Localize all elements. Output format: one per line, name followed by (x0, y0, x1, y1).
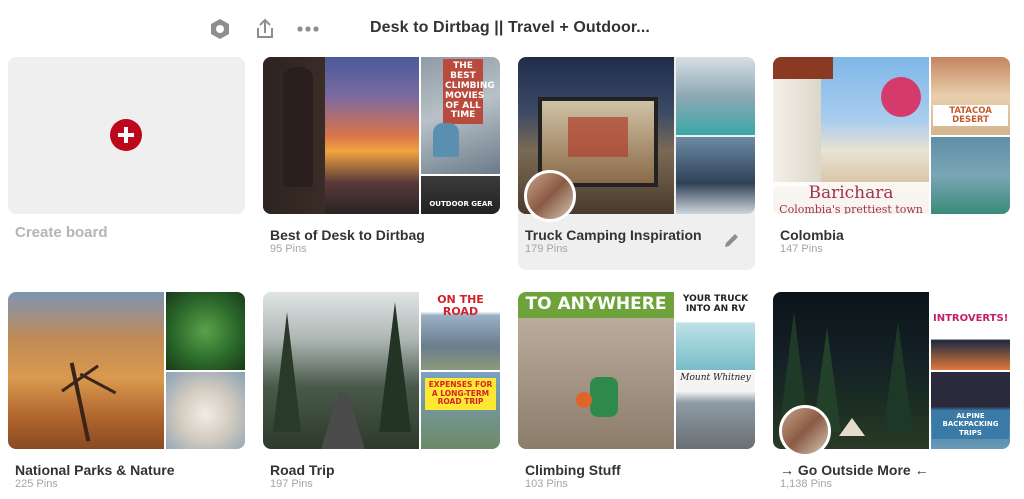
create-board-tile[interactable] (8, 57, 245, 214)
cover-image: ALPINE BACKPACKING TRIPS (931, 372, 1010, 449)
collaborator-avatar[interactable] (524, 170, 576, 222)
board-card[interactable]: TO ANYWHERE YOUR TRUCK INTO AN RV Mount … (518, 292, 755, 499)
create-board-label[interactable]: Create board (15, 224, 108, 241)
board-cover[interactable]: ON THE ROAD EXPENSES FOR A LONG-TERM ROA… (263, 292, 500, 449)
cover-text: EXPENSES FOR A LONG-TERM ROAD TRIP (425, 378, 496, 410)
cover-image (8, 292, 164, 449)
cover-text: Mount Whitney (680, 373, 751, 383)
cover-text: ALPINE BACKPACKING TRIPS (932, 410, 1009, 440)
cover-image: EXPENSES FOR A LONG-TERM ROAD TRIP (421, 372, 500, 449)
board-card[interactable]: THE BEST CLIMBING MOVIES OF ALL TIME OUT… (263, 57, 500, 267)
board-section-title: Desk to Dirtbag || Travel + Outdoor... (370, 19, 650, 36)
cover-text: THE BEST CLIMBING MOVIES OF ALL TIME (443, 59, 495, 125)
cover-image (166, 292, 245, 370)
cover-text: Colombia's prettiest town (779, 204, 923, 214)
cover-image: TO ANYWHERE (518, 292, 674, 449)
cover-image (676, 57, 755, 135)
board-name[interactable]: → Go Outside More ← (780, 462, 929, 478)
board-cover[interactable]: Barichara Colombia's prettiest town TATA… (773, 57, 1010, 214)
cover-image: Mount Whitney (676, 372, 755, 449)
cover-image: YOUR TRUCK INTO AN RV (676, 292, 755, 370)
board-card[interactable]: INTROVERTS! ALPINE BACKPACKING TRIPS → G… (773, 292, 1010, 499)
cover-image: ON THE ROAD (421, 292, 500, 370)
board-name[interactable]: Truck Camping Inspiration (525, 227, 702, 243)
cover-image (931, 137, 1010, 214)
board-card[interactable]: National Parks & Nature 225 Pins (8, 292, 245, 499)
pin-count: 147 Pins (780, 243, 823, 255)
cover-text: OUTDOOR GEAR (429, 200, 493, 208)
board-cover[interactable]: TO ANYWHERE YOUR TRUCK INTO AN RV Mount … (518, 292, 755, 449)
cover-image (166, 372, 245, 449)
pin-count: 103 Pins (525, 478, 568, 490)
pin-count: 225 Pins (15, 478, 58, 490)
settings-hexagon-icon[interactable] (208, 17, 232, 41)
plus-icon[interactable] (110, 119, 142, 151)
cover-image (263, 57, 419, 214)
collaborator-avatar[interactable] (779, 405, 831, 457)
board-name[interactable]: Road Trip (270, 462, 335, 478)
cover-text: YOUR TRUCK INTO AN RV (682, 294, 749, 315)
cover-text: TATACOA DESERT (933, 105, 1008, 126)
cover-text: INTROVERTS! (933, 313, 1009, 324)
board-cover[interactable] (8, 292, 245, 449)
pin-count: 197 Pins (270, 478, 313, 490)
cover-image: INTROVERTS! (931, 292, 1010, 370)
cover-image: Barichara Colombia's prettiest town (773, 57, 929, 214)
board-card[interactable]: ON THE ROAD EXPENSES FOR A LONG-TERM ROA… (263, 292, 500, 499)
cover-image: OUTDOOR GEAR (421, 176, 500, 214)
share-icon[interactable] (253, 17, 277, 41)
cover-image: TATACOA DESERT (931, 57, 1010, 135)
pin-count: 179 Pins (525, 243, 568, 255)
pin-count: 95 Pins (270, 243, 307, 255)
cover-image (263, 292, 419, 449)
more-icon[interactable] (296, 17, 320, 41)
board-card[interactable]: Truck Camping Inspiration 179 Pins (518, 57, 755, 270)
edit-pencil-icon[interactable] (723, 231, 741, 249)
board-name[interactable]: Best of Desk to Dirtbag (270, 227, 425, 243)
board-cover[interactable]: THE BEST CLIMBING MOVIES OF ALL TIME OUT… (263, 57, 500, 214)
board-name[interactable]: National Parks & Nature (15, 462, 175, 478)
cover-text: TO ANYWHERE (525, 294, 667, 314)
board-card[interactable]: Barichara Colombia's prettiest town TATA… (773, 57, 1010, 267)
cover-image: THE BEST CLIMBING MOVIES OF ALL TIME (421, 57, 500, 174)
board-name[interactable]: Colombia (780, 227, 844, 243)
board-name[interactable]: Climbing Stuff (525, 462, 621, 478)
cover-text: ON THE ROAD (437, 293, 484, 318)
cover-text: Barichara (808, 183, 894, 203)
pin-count: 1,138 Pins (780, 478, 832, 490)
cover-image (676, 137, 755, 214)
